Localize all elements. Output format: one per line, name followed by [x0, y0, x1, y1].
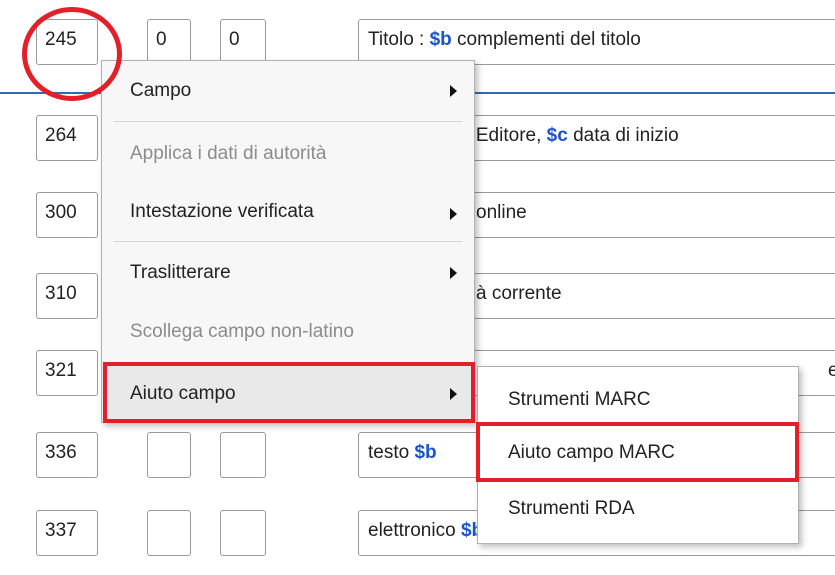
- menu-item-campo[interactable]: Campo: [102, 61, 474, 117]
- highlight-circle-245: [22, 7, 122, 101]
- content-field[interactable]: Titolo : $b complementi del titolo: [358, 19, 835, 65]
- triangle-right-icon: [450, 85, 457, 97]
- tag-field-321[interactable]: 321: [36, 350, 98, 396]
- indicator1-field[interactable]: 0: [147, 19, 191, 65]
- highlight-aiuto-campo: [103, 362, 475, 423]
- submenu-item-strumenti-rda[interactable]: Strumenti RDA: [478, 485, 798, 545]
- indicator2-field[interactable]: [220, 510, 266, 556]
- indicator1-field[interactable]: [147, 432, 191, 478]
- tag-field-300[interactable]: 300: [36, 192, 98, 238]
- submenu-item-strumenti-marc[interactable]: Strumenti MARC: [478, 367, 798, 427]
- tag-field-336[interactable]: 336: [36, 432, 98, 478]
- indicator2-field[interactable]: 0: [220, 19, 266, 65]
- menu-item-scollega-campo[interactable]: Scollega campo non-latino: [102, 299, 474, 361]
- tag-field-264[interactable]: 264: [36, 115, 98, 161]
- menu-item-traslitterare[interactable]: Traslitterare: [102, 242, 474, 299]
- indicator1-field[interactable]: [147, 510, 191, 556]
- highlight-aiuto-campo-marc: [476, 422, 799, 482]
- triangle-right-icon: [450, 208, 457, 220]
- menu-item-intestazione-verificata[interactable]: Intestazione verificata: [102, 180, 474, 240]
- tag-field-310[interactable]: 310: [36, 273, 98, 319]
- triangle-right-icon: [450, 267, 457, 279]
- tag-field-337[interactable]: 337: [36, 510, 98, 556]
- menu-item-applica-dati-autorita[interactable]: Applica i dati di autorità: [102, 122, 474, 180]
- indicator2-field[interactable]: [220, 432, 266, 478]
